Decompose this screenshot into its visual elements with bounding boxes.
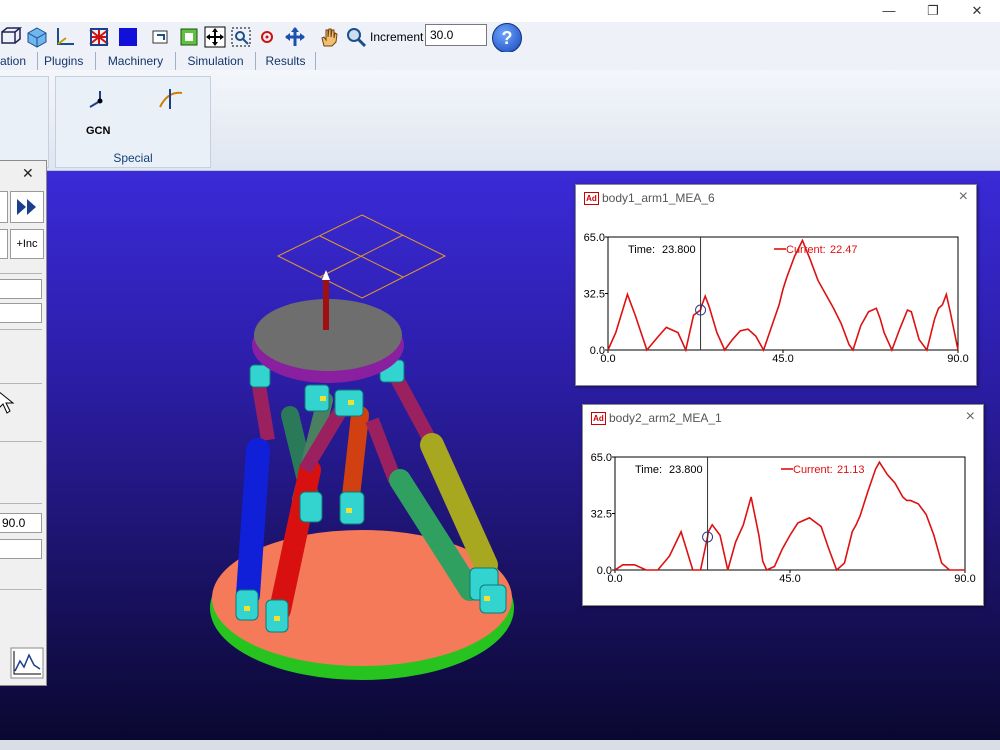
color-fill-icon[interactable] (117, 26, 139, 48)
x-tick-label: 90.0 (947, 353, 968, 365)
dec-button[interactable] (0, 229, 8, 259)
gcn-joint-icon[interactable] (84, 87, 110, 113)
time-value: 23.800 (669, 464, 703, 476)
y-tick-label: 65.0 (584, 232, 605, 244)
plot-area (614, 456, 966, 571)
x-tick-label: 0.0 (600, 353, 615, 365)
status-bar (0, 740, 1000, 750)
gcn-button-label[interactable]: GCN (86, 125, 110, 137)
graph-window-2[interactable]: Ad body2_arm2_MEA_1 × 65.0 32.5 0.0 0.0 45.0… (582, 404, 984, 606)
divider (0, 329, 42, 330)
tool-pointer (323, 278, 329, 330)
current-label: Current: (793, 464, 833, 476)
cube-icon[interactable] (26, 26, 48, 48)
tab-machinery[interactable]: Machinery (96, 52, 176, 70)
divider (0, 383, 42, 384)
current-value: 22.47 (830, 244, 858, 256)
x-tick-label: 90.0 (954, 573, 975, 585)
y-tick-label: 32.5 (591, 509, 612, 521)
main-toolbar: Increment ? (0, 22, 1000, 53)
leg-upper-4 (388, 371, 437, 444)
fast-forward-icon (17, 199, 36, 215)
x-tick-label: 0.0 (607, 573, 622, 585)
divider (0, 503, 42, 504)
left-properties-panel: ✕ +Inc 90.0 (0, 160, 47, 686)
ribbon-group-special: GCN Special (55, 76, 211, 168)
divider (0, 589, 42, 590)
current-value: 21.13 (837, 464, 865, 476)
current-label: Current: (786, 244, 826, 256)
fit-view-icon[interactable] (178, 26, 200, 48)
target-icon[interactable] (256, 26, 278, 48)
divider (0, 441, 42, 442)
mesh-icon[interactable] (88, 26, 110, 48)
increment-label: Increment (370, 30, 424, 44)
fast-forward-button[interactable] (10, 191, 44, 223)
graph-window-1[interactable]: Ad body1_arm1_MEA_6 × 65.0 32.5 0.0 0.0 45.0… (575, 184, 977, 386)
tab-simulation[interactable]: Simulation (176, 52, 256, 70)
y-tick-label: 32.5 (584, 289, 605, 301)
x-tick-label: 45.0 (779, 573, 800, 585)
tab-plugins[interactable]: Plugins (38, 52, 96, 70)
curve-contact-icon[interactable] (156, 85, 184, 113)
graph-plot-0: 65.032.50.00.0 45.0 90.0Time: 23.800 Current… (584, 232, 969, 365)
rotate-view-icon[interactable] (150, 26, 172, 48)
hand-pan-icon[interactable] (318, 26, 340, 48)
help-button[interactable]: ? (492, 23, 522, 53)
time-label: Time: (628, 244, 655, 256)
box-view-icon[interactable] (0, 26, 22, 48)
panel-field-2[interactable] (0, 303, 42, 323)
move-icon[interactable] (284, 26, 306, 48)
leg-upper-1 (251, 378, 275, 442)
graph-plot-1: 65.032.50.00.0 45.0 90.0Time: 23.800 Current… (591, 452, 976, 585)
zoom-icon[interactable] (345, 26, 367, 48)
ribbon-tabs: ation Plugins Machinery Simulation Resul… (0, 52, 1000, 71)
increment-input[interactable] (425, 24, 487, 46)
panel-close-button[interactable]: ✕ (22, 165, 34, 182)
ribbon-group-label: Special (113, 151, 153, 165)
time-value: 23.800 (662, 244, 696, 256)
pan-arrows-icon[interactable] (204, 26, 226, 48)
tab-results[interactable]: Results (256, 52, 316, 70)
x-tick-label: 45.0 (772, 353, 793, 365)
leg-blue (236, 438, 270, 607)
title-bar: — ❐ ✕ (0, 0, 1000, 22)
ribbon-panel: GCN Special (0, 70, 1000, 171)
divider (0, 273, 42, 274)
minimize-button[interactable]: — (874, 2, 904, 20)
panel-field-3[interactable] (0, 539, 42, 559)
axes-icon[interactable] (54, 26, 76, 48)
plot-graph-icon[interactable] (10, 647, 44, 679)
inc-button[interactable]: +Inc (10, 229, 44, 259)
y-tick-label: 65.0 (591, 452, 612, 464)
leg-upper-3 (365, 417, 402, 483)
target-grid (276, 214, 447, 299)
cursor-icon (0, 391, 15, 414)
close-button[interactable]: ✕ (962, 2, 992, 20)
play-button[interactable] (0, 191, 8, 223)
tab-animation[interactable]: ation (0, 52, 38, 70)
maximize-button[interactable]: ❐ (918, 2, 948, 20)
ribbon-group-left (0, 76, 49, 168)
end-time-field[interactable]: 90.0 (0, 513, 42, 533)
zoom-window-icon[interactable] (230, 26, 252, 48)
time-label: Time: (635, 464, 662, 476)
panel-field-1[interactable] (0, 279, 42, 299)
